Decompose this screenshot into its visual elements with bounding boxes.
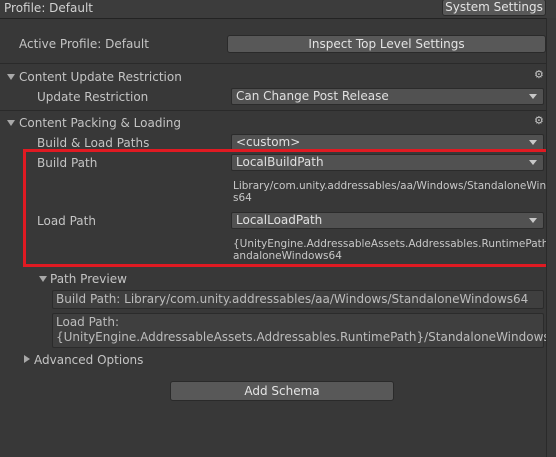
system-settings-button[interactable]: System Settings <box>442 0 546 16</box>
profile-title: Profile: Default <box>4 1 94 15</box>
path-preview-title[interactable]: Path Preview <box>50 272 127 286</box>
build-load-paths-label: Build & Load Paths <box>37 136 150 150</box>
chevron-down-icon <box>529 94 537 99</box>
advanced-options-title[interactable]: Advanced Options <box>34 353 143 367</box>
chevron-down-icon <box>529 140 537 145</box>
active-profile-label: Active Profile: Default <box>19 37 149 51</box>
separator <box>0 110 546 111</box>
inspect-top-level-settings-button[interactable]: Inspect Top Level Settings <box>227 35 546 53</box>
build-load-paths-value: <custom> <box>236 135 301 149</box>
update-restriction-value: Can Change Post Release <box>236 89 389 103</box>
content-packing-foldout-icon[interactable] <box>7 120 15 126</box>
scrollbar[interactable] <box>546 18 556 457</box>
content-update-foldout-icon[interactable] <box>7 74 15 80</box>
load-path-preview: Load Path: {UnityEngine.AddressableAsset… <box>52 313 556 348</box>
gear-icon[interactable]: ⚙ <box>534 69 544 80</box>
separator <box>0 63 546 64</box>
add-schema-button[interactable]: Add Schema <box>170 381 394 401</box>
content-update-title[interactable]: Content Update Restriction <box>19 70 182 84</box>
path-preview-foldout-icon[interactable] <box>39 276 47 282</box>
content-packing-title[interactable]: Content Packing & Loading <box>19 116 181 130</box>
update-restriction-label: Update Restriction <box>37 90 149 104</box>
update-restriction-dropdown[interactable]: Can Change Post Release <box>231 88 544 105</box>
highlight-box <box>23 149 550 267</box>
build-path-preview: Build Path: Library/com.unity.addressabl… <box>52 290 544 309</box>
gear-icon[interactable]: ⚙ <box>534 115 544 126</box>
advanced-options-foldout-icon[interactable] <box>24 355 30 363</box>
header-bar: Profile: Default System Settings <box>0 0 556 19</box>
